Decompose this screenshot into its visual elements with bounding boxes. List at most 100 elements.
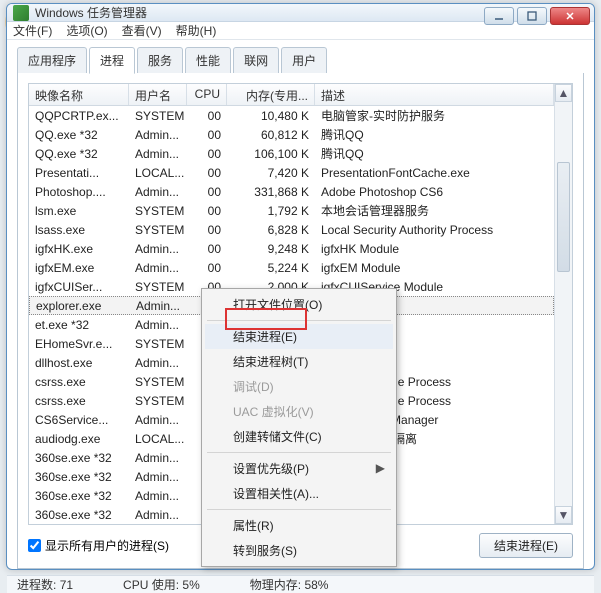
cell-image: csrss.exe — [29, 374, 129, 390]
cell-image: csrss.exe — [29, 393, 129, 409]
vertical-scrollbar[interactable]: ▲ ▼ — [554, 84, 572, 524]
cell-user: SYSTEM — [129, 203, 187, 219]
cell-desc: PresentationFontCache.exe — [315, 165, 554, 181]
tab-applications[interactable]: 应用程序 — [17, 47, 87, 73]
col-cpu[interactable]: CPU — [187, 84, 227, 105]
cell-image: igfxEM.exe — [29, 260, 129, 276]
cell-image: QQ.exe *32 — [29, 127, 129, 143]
maximize-button[interactable] — [517, 7, 547, 25]
cell-user: Admin... — [129, 317, 187, 333]
tab-performance[interactable]: 性能 — [185, 47, 231, 73]
cell-user: Admin... — [129, 127, 187, 143]
cell-desc: Local Security Authority Process — [315, 222, 554, 238]
close-button[interactable] — [550, 7, 590, 25]
cell-image: igfxHK.exe — [29, 241, 129, 257]
table-row[interactable]: lsass.exeSYSTEM006,828 KLocal Security A… — [29, 220, 554, 239]
ctx-properties[interactable]: 属性(R) — [205, 513, 393, 538]
cell-memory: 1,792 K — [227, 203, 315, 219]
cell-user: SYSTEM — [129, 336, 187, 352]
ctx-open-file-location[interactable]: 打开文件位置(O) — [205, 292, 393, 317]
cell-desc: 本地会话管理器服务 — [315, 201, 554, 220]
ctx-end-process-tree[interactable]: 结束进程树(T) — [205, 349, 393, 374]
ctx-separator — [207, 320, 391, 321]
table-row[interactable]: QQPCRTP.ex...SYSTEM0010,480 K电脑管家-实时防护服务 — [29, 106, 554, 125]
ctx-separator — [207, 509, 391, 510]
table-row[interactable]: lsm.exeSYSTEM001,792 K本地会话管理器服务 — [29, 201, 554, 220]
cell-image: 360se.exe *32 — [29, 488, 129, 504]
ctx-debug: 调试(D) — [205, 374, 393, 399]
cell-desc: Adobe Photoshop CS6 — [315, 184, 554, 200]
menu-file[interactable]: 文件(F) — [13, 22, 52, 39]
cell-cpu: 00 — [187, 146, 227, 162]
cell-user: Admin... — [129, 184, 187, 200]
cell-user: SYSTEM — [129, 222, 187, 238]
cell-memory: 106,100 K — [227, 146, 315, 162]
cell-memory: 6,828 K — [227, 222, 315, 238]
ctx-goto-services[interactable]: 转到服务(S) — [205, 538, 393, 563]
titlebar[interactable]: Windows 任务管理器 — [7, 4, 594, 22]
menu-help[interactable]: 帮助(H) — [176, 22, 217, 39]
cell-memory: 5,224 K — [227, 260, 315, 276]
table-row[interactable]: Photoshop....Admin...00331,868 KAdobe Ph… — [29, 182, 554, 201]
ctx-end-process[interactable]: 结束进程(E) — [205, 324, 393, 349]
cell-user: Admin... — [129, 146, 187, 162]
show-all-users-label: 显示所有用户的进程(S) — [45, 537, 169, 554]
cell-user: Admin... — [129, 260, 187, 276]
cell-desc: 腾讯QQ — [315, 144, 554, 163]
show-all-users-checkbox[interactable]: 显示所有用户的进程(S) — [28, 537, 169, 554]
tab-networking[interactable]: 联网 — [233, 47, 279, 73]
tab-users[interactable]: 用户 — [281, 47, 327, 73]
col-memory[interactable]: 内存(专用... — [227, 84, 315, 105]
cell-user: SYSTEM — [129, 108, 187, 124]
cell-user: Admin... — [129, 469, 187, 485]
context-menu: 打开文件位置(O) 结束进程(E) 结束进程树(T) 调试(D) UAC 虚拟化… — [201, 288, 397, 567]
cell-image: Presentati... — [29, 165, 129, 181]
scroll-thumb[interactable] — [557, 162, 570, 272]
col-user[interactable]: 用户名 — [129, 84, 187, 105]
ctx-create-dump[interactable]: 创建转储文件(C) — [205, 424, 393, 449]
cell-cpu: 00 — [187, 165, 227, 181]
table-row[interactable]: Presentati...LOCAL...007,420 KPresentati… — [29, 163, 554, 182]
table-row[interactable]: QQ.exe *32Admin...00106,100 K腾讯QQ — [29, 144, 554, 163]
tab-processes[interactable]: 进程 — [89, 47, 135, 74]
status-bar: 进程数: 71 CPU 使用: 5% 物理内存: 58% — [7, 575, 594, 593]
cell-user: Admin... — [129, 241, 187, 257]
status-process-count: 进程数: 71 — [17, 576, 73, 593]
cell-user: Admin... — [129, 355, 187, 371]
scroll-up-button[interactable]: ▲ — [555, 84, 572, 102]
cell-user: Admin... — [129, 450, 187, 466]
cell-cpu: 00 — [187, 108, 227, 124]
menu-options[interactable]: 选项(O) — [66, 22, 107, 39]
cell-user: LOCAL... — [129, 431, 187, 447]
cell-image: CS6Service... — [29, 412, 129, 428]
cell-user: Admin... — [129, 507, 187, 523]
ctx-set-affinity[interactable]: 设置相关性(A)... — [205, 481, 393, 506]
cell-cpu: 00 — [187, 127, 227, 143]
col-image-name[interactable]: 映像名称 — [29, 84, 129, 105]
cell-user: SYSTEM — [129, 374, 187, 390]
ctx-uac-virtualization: UAC 虚拟化(V) — [205, 399, 393, 424]
scroll-track[interactable] — [555, 102, 572, 506]
minimize-button[interactable] — [484, 7, 514, 25]
cell-desc: igfxHK Module — [315, 241, 554, 257]
menu-view[interactable]: 查看(V) — [122, 22, 162, 39]
cell-image: Photoshop.... — [29, 184, 129, 200]
cell-image: 360se.exe *32 — [29, 450, 129, 466]
cell-image: dllhost.exe — [29, 355, 129, 371]
table-row[interactable]: QQ.exe *32Admin...0060,812 K腾讯QQ — [29, 125, 554, 144]
scroll-down-button[interactable]: ▼ — [555, 506, 572, 524]
cell-memory: 60,812 K — [227, 127, 315, 143]
cell-user: Admin... — [129, 412, 187, 428]
ctx-separator — [207, 452, 391, 453]
col-description[interactable]: 描述 — [315, 84, 554, 105]
cell-memory: 10,480 K — [227, 108, 315, 124]
table-row[interactable]: igfxHK.exeAdmin...009,248 KigfxHK Module — [29, 239, 554, 258]
tab-services[interactable]: 服务 — [137, 47, 183, 73]
end-process-button[interactable]: 结束进程(E) — [479, 533, 573, 558]
cell-cpu: 00 — [187, 222, 227, 238]
ctx-set-priority[interactable]: 设置优先级(P)▶ — [205, 456, 393, 481]
cell-image: igfxCUISer... — [29, 279, 129, 295]
table-row[interactable]: igfxEM.exeAdmin...005,224 KigfxEM Module — [29, 258, 554, 277]
cell-image: explorer.exe — [30, 298, 130, 314]
show-all-users-input[interactable] — [28, 539, 41, 552]
